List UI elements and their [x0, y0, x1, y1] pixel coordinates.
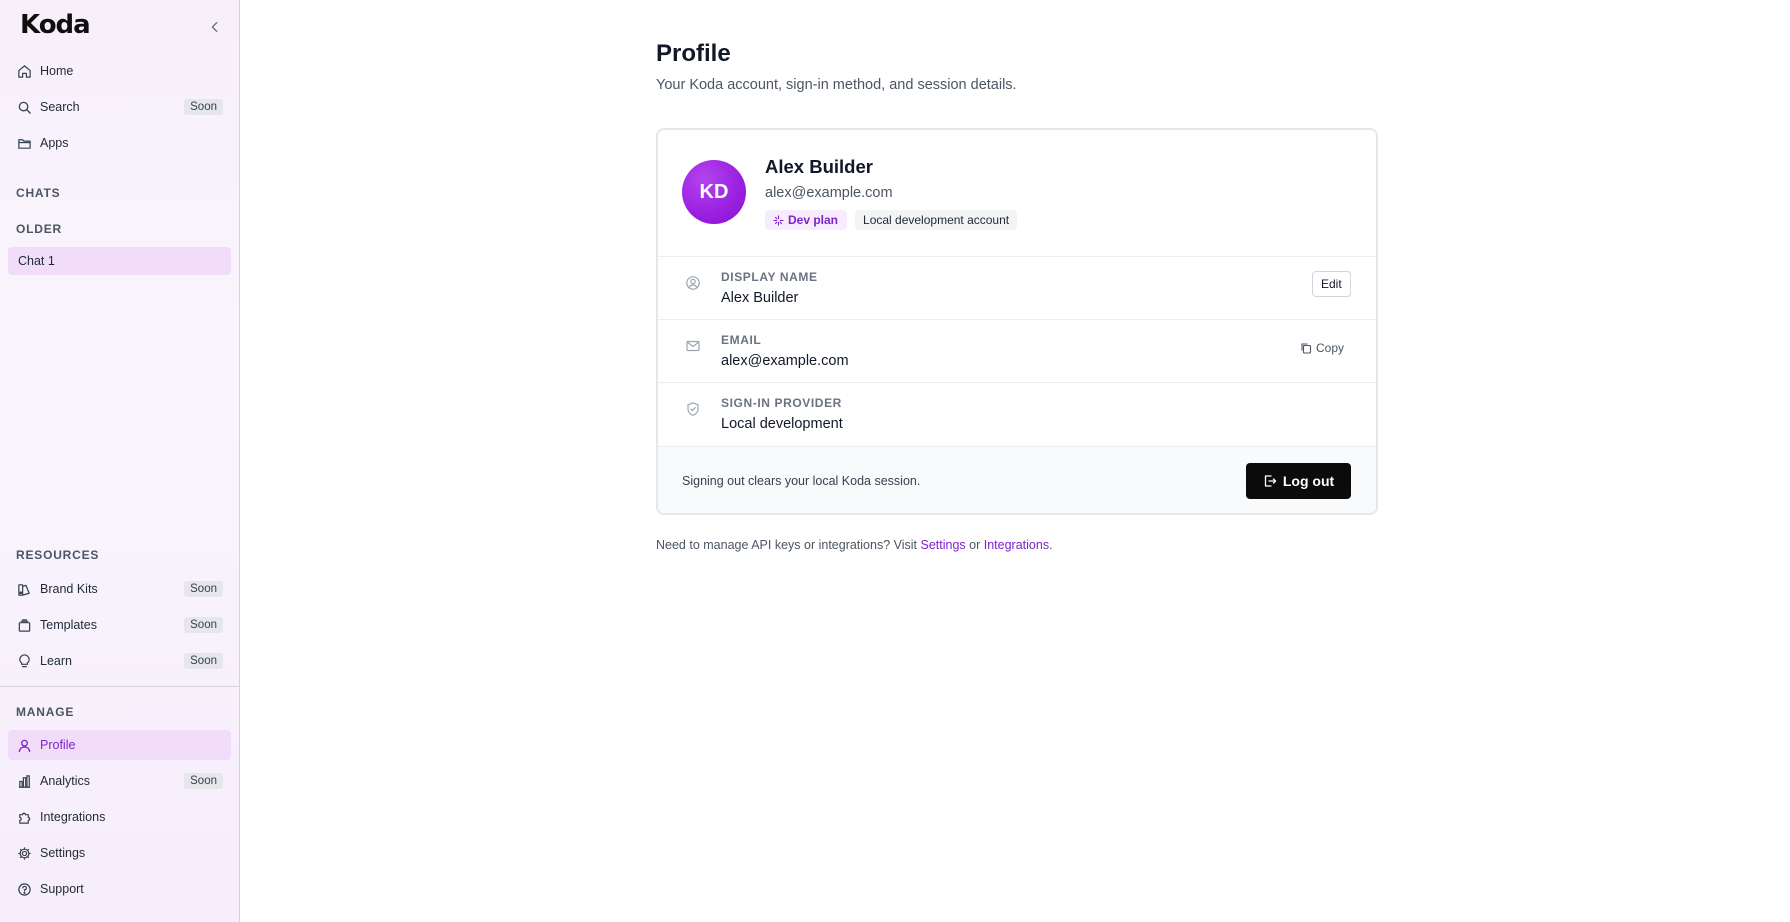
- card-footer: Signing out clears your local Koda sessi…: [658, 446, 1376, 513]
- sidebar-item-label: Learn: [40, 654, 72, 668]
- badge-row: Dev plan Local development account: [765, 210, 1018, 230]
- help-text-middle: or: [965, 538, 984, 552]
- sidebar-item-search[interactable]: Search Soon: [8, 92, 231, 122]
- settings-link[interactable]: Settings: [921, 538, 966, 552]
- soon-badge: Soon: [184, 581, 223, 597]
- display-name-row: DISPLAY NAME Alex Builder Edit: [658, 256, 1376, 319]
- profile-card: KD Alex Builder alex@example.com Dev pla…: [656, 128, 1378, 515]
- sidebar-item-label: Apps: [40, 136, 69, 150]
- gear-icon: [16, 845, 32, 861]
- copy-icon: [1301, 343, 1312, 354]
- user-icon: [16, 737, 32, 753]
- sidebar-item-label: Search: [40, 100, 80, 114]
- sidebar-item-label: Home: [40, 64, 74, 78]
- edit-display-name-button[interactable]: Edit: [1312, 271, 1351, 297]
- soon-badge: Soon: [184, 773, 223, 789]
- email-row: EMAIL alex@example.com Copy: [658, 319, 1376, 382]
- integrations-link[interactable]: Integrations: [984, 538, 1049, 552]
- display-name-value: Alex Builder: [721, 290, 799, 306]
- resources-section-label: RESOURCES: [16, 548, 100, 562]
- email-value: alex@example.com: [721, 353, 849, 369]
- page-title: Profile: [656, 40, 731, 67]
- layers-icon: [16, 617, 32, 633]
- help-circle-icon: [16, 881, 32, 897]
- copy-button-label: Copy: [1316, 341, 1345, 355]
- sidebar-item-settings[interactable]: Settings: [8, 838, 231, 868]
- lightbulb-icon: [16, 653, 32, 669]
- app-logo[interactable]: Koda: [20, 10, 91, 40]
- sidebar-item-label: Profile: [40, 738, 76, 752]
- sidebar-item-apps[interactable]: Apps: [8, 128, 231, 158]
- palette-icon: [16, 581, 32, 597]
- sidebar-item-learn[interactable]: Learn Soon: [8, 646, 231, 676]
- older-section-label: OLDER: [16, 222, 62, 236]
- sidebar-item-brand-kits[interactable]: Brand Kits Soon: [8, 574, 231, 604]
- help-text-suffix: .: [1049, 538, 1053, 552]
- sidebar-item-templates[interactable]: Templates Soon: [8, 610, 231, 640]
- sidebar-item-profile[interactable]: Profile: [8, 730, 231, 760]
- sign-in-provider-value: Local development: [721, 416, 843, 432]
- sidebar-item-label: Templates: [40, 618, 97, 632]
- sidebar-item-integrations[interactable]: Integrations: [8, 802, 231, 832]
- sidebar-item-label: Integrations: [40, 810, 106, 824]
- bar-chart-icon: [16, 773, 32, 789]
- soon-badge: Soon: [184, 617, 223, 633]
- collapse-sidebar-button[interactable]: [206, 18, 224, 36]
- user-circle-icon: [685, 275, 701, 291]
- sidebar-item-analytics[interactable]: Analytics Soon: [8, 766, 231, 796]
- logout-button-label: Log out: [1282, 473, 1335, 489]
- home-icon: [16, 63, 32, 79]
- account-type-badge: Local development account: [855, 210, 1018, 230]
- shield-check-icon: [685, 401, 701, 417]
- sign-in-provider-row: SIGN-IN PROVIDER Local development: [658, 382, 1376, 445]
- help-text: Need to manage API keys or integrations?…: [656, 538, 1053, 552]
- chat-item[interactable]: Chat 1: [8, 247, 231, 275]
- soon-badge: Soon: [184, 99, 223, 115]
- page-subtitle: Your Koda account, sign-in method, and s…: [656, 77, 1017, 93]
- sidebar-divider: [0, 686, 240, 687]
- sidebar-item-label: Analytics: [40, 774, 91, 788]
- sidebar-item-label: Support: [40, 882, 84, 896]
- search-icon: [16, 99, 32, 115]
- plan-badge-label: Dev plan: [788, 213, 839, 227]
- copy-email-button[interactable]: Copy: [1292, 336, 1352, 360]
- folder-icon: [16, 135, 32, 151]
- chevron-left-icon: [211, 21, 218, 33]
- help-text-prefix: Need to manage API keys or integrations?…: [656, 538, 921, 552]
- email-label: EMAIL: [721, 333, 762, 347]
- logout-icon: [1264, 475, 1276, 487]
- user-name: Alex Builder: [765, 156, 873, 177]
- sidebar-item-label: Brand Kits: [40, 582, 98, 596]
- sign-out-note: Signing out clears your local Koda sessi…: [682, 474, 921, 488]
- sidebar: Koda Home Search Soon Apps CHATS OLDER C…: [0, 0, 240, 922]
- mail-icon: [685, 338, 701, 354]
- plan-badge: Dev plan: [765, 210, 848, 230]
- sign-in-provider-label: SIGN-IN PROVIDER: [721, 396, 842, 410]
- sparkle-icon: [773, 214, 784, 226]
- sidebar-item-home[interactable]: Home: [8, 56, 231, 86]
- sidebar-item-label: Settings: [40, 846, 86, 860]
- user-email: alex@example.com: [765, 185, 893, 201]
- avatar: KD: [682, 160, 746, 224]
- chats-section-label: CHATS: [16, 186, 61, 200]
- logout-button[interactable]: Log out: [1246, 463, 1351, 499]
- display-name-label: DISPLAY NAME: [721, 270, 818, 284]
- sidebar-item-support[interactable]: Support: [8, 874, 231, 904]
- manage-section-label: MANAGE: [16, 705, 75, 719]
- puzzle-icon: [16, 809, 32, 825]
- soon-badge: Soon: [184, 653, 223, 669]
